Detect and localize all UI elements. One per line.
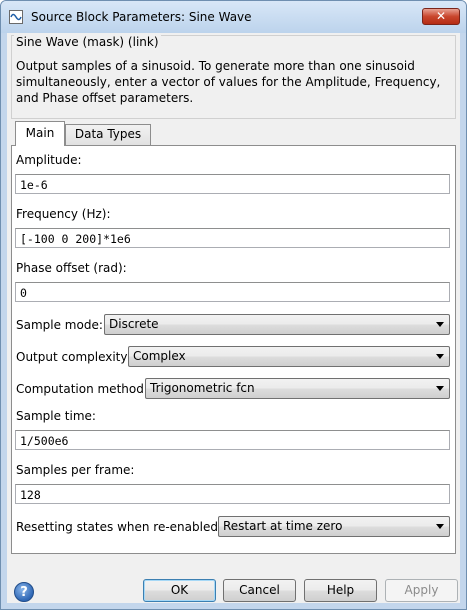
dialog-window: Source Block Parameters: Sine Wave ✕ Sin… (0, 0, 467, 610)
close-button[interactable]: ✕ (422, 8, 460, 25)
computation-method-dropdown[interactable]: Trigonometric fcn (145, 378, 450, 399)
help-button[interactable]: Help (304, 579, 377, 602)
samples-per-frame-field[interactable]: 128 (15, 484, 450, 504)
simulink-app-icon (9, 10, 23, 24)
output-complexity-label: Output complexity: (16, 350, 131, 364)
sample-time-label: Sample time: (16, 409, 96, 423)
output-complexity-value: Complex (133, 349, 186, 363)
output-complexity-dropdown[interactable]: Complex (128, 346, 450, 367)
samples-per-frame-label: Samples per frame: (16, 463, 135, 477)
computation-method-label: Computation method: (16, 382, 148, 396)
title-bar[interactable]: Source Block Parameters: Sine Wave ✕ (1, 1, 466, 33)
window-title: Source Block Parameters: Sine Wave (31, 10, 252, 24)
dropdown-arrow-icon (436, 524, 444, 529)
ok-button[interactable]: OK (143, 579, 216, 602)
phase-offset-label: Phase offset (rad): (16, 261, 127, 275)
sample-time-field[interactable]: 1/500e6 (15, 430, 450, 450)
tab-strip: Main Data Types (11, 121, 456, 146)
resetting-states-dropdown[interactable]: Restart at time zero (218, 516, 450, 537)
mask-description-group: Sine Wave (mask) (link) Output samples o… (11, 35, 456, 119)
computation-method-value: Trigonometric fcn (150, 381, 255, 395)
dropdown-arrow-icon (436, 354, 444, 359)
phase-offset-field[interactable]: 0 (15, 282, 450, 302)
tab-data-types[interactable]: Data Types (65, 124, 151, 145)
dialog-body: Sine Wave (mask) (link) Output samples o… (7, 33, 460, 603)
amplitude-field[interactable]: 1e-6 (15, 174, 450, 194)
resetting-states-label: Resetting states when re-enabled: (16, 520, 223, 534)
mask-title: Sine Wave (mask) (link) (14, 35, 161, 49)
parameters-panel: Amplitude: 1e-6 Frequency (Hz): [-100 0 … (11, 145, 456, 554)
frequency-label: Frequency (Hz): (16, 207, 111, 221)
mask-description: Output samples of a sinusoid. To generat… (16, 59, 441, 105)
sample-mode-dropdown[interactable]: Discrete (104, 314, 450, 335)
help-question-icon[interactable]: ? (14, 582, 34, 602)
sample-mode-label: Sample mode: (16, 318, 103, 332)
frequency-field[interactable]: [-100 0 200]*1e6 (15, 228, 450, 248)
cancel-button[interactable]: Cancel (223, 579, 296, 602)
dropdown-arrow-icon (436, 322, 444, 327)
dropdown-arrow-icon (436, 386, 444, 391)
amplitude-label: Amplitude: (16, 153, 82, 167)
sample-mode-value: Discrete (109, 317, 159, 331)
tab-main[interactable]: Main (15, 121, 65, 146)
resetting-states-value: Restart at time zero (223, 519, 343, 533)
apply-button[interactable]: Apply (385, 579, 458, 602)
